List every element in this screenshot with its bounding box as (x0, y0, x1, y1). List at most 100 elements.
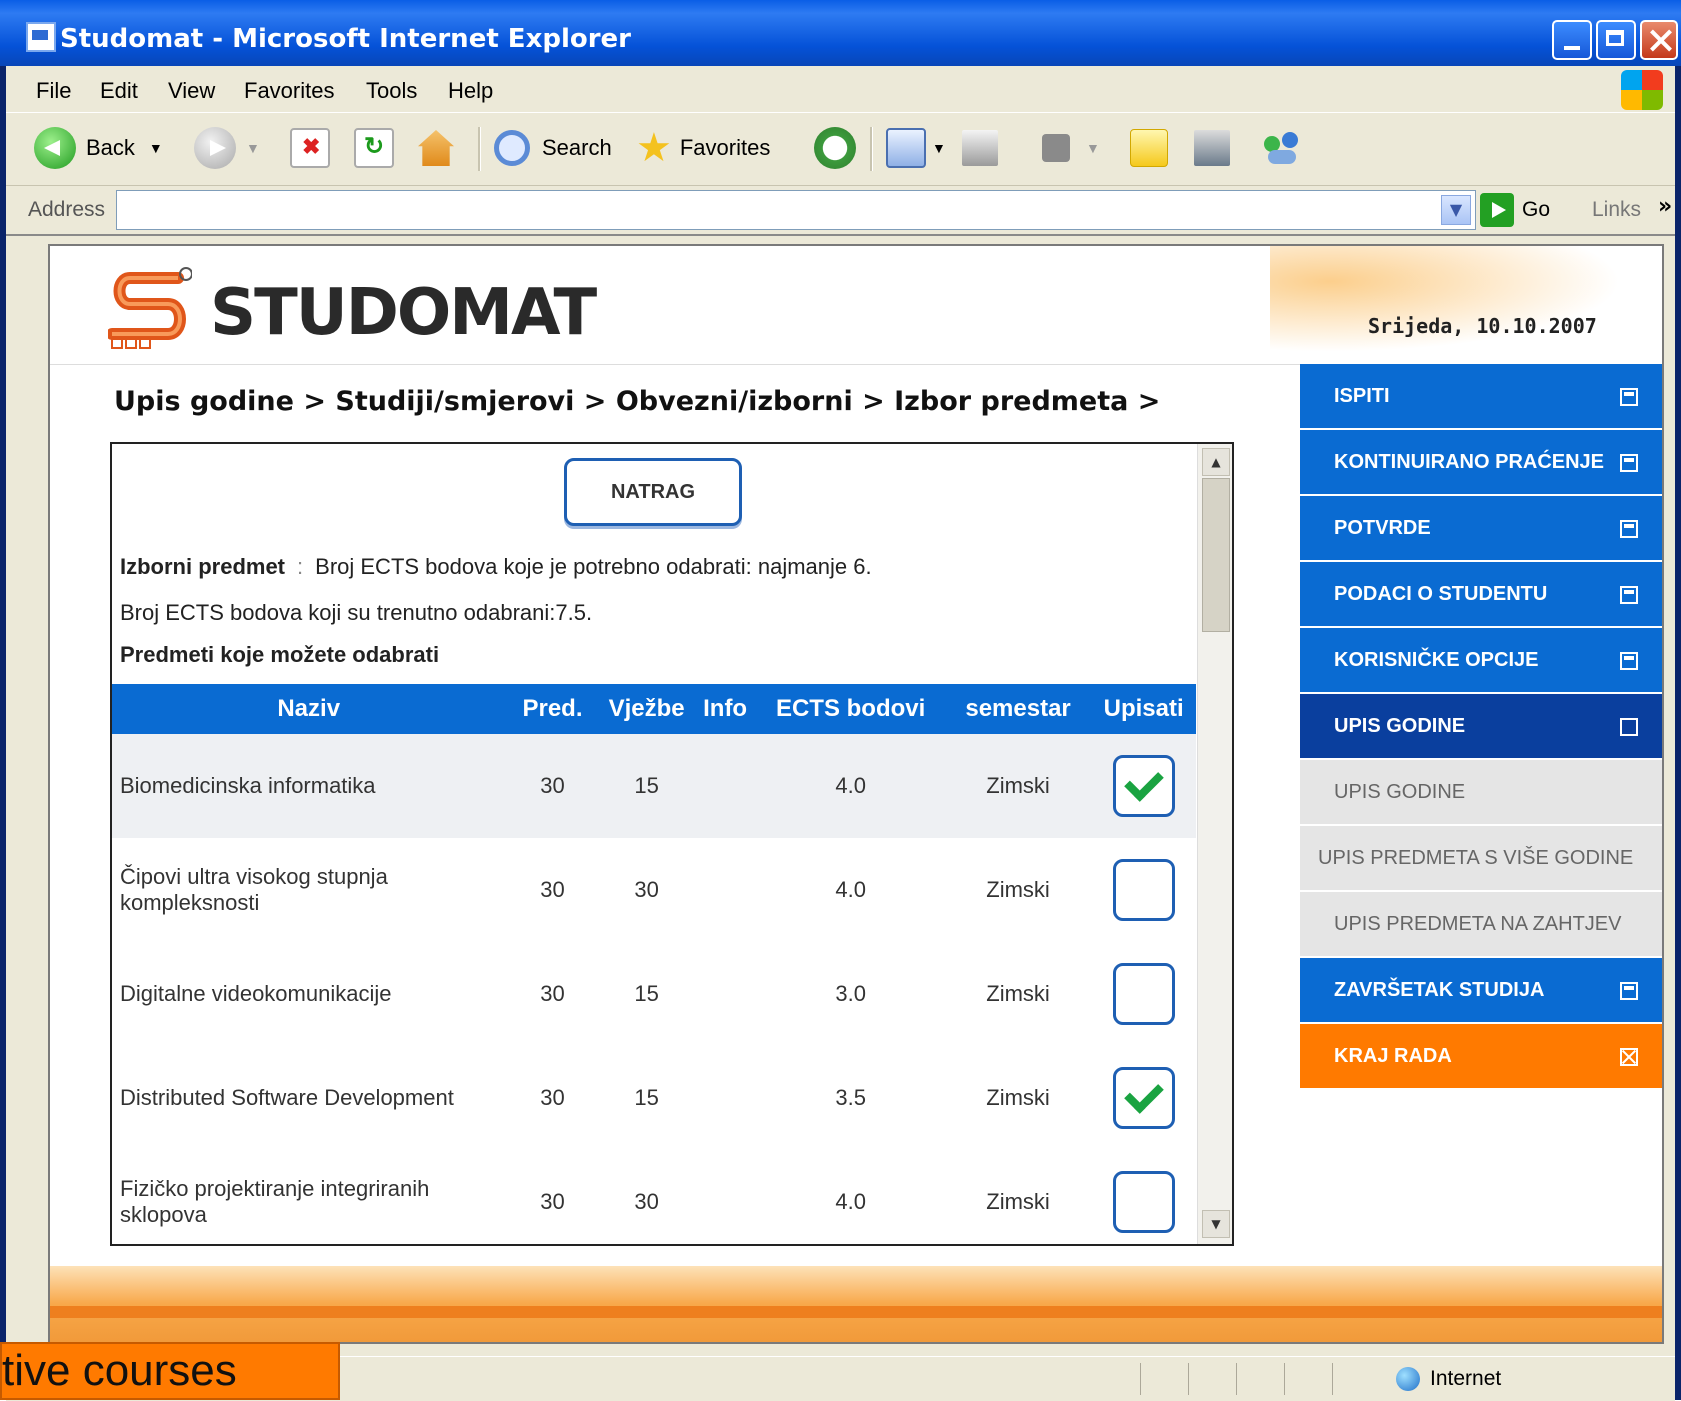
nav-label: KORISNIČKE OPCIJE (1334, 648, 1539, 671)
course-semestar: Zimski (986, 1189, 1050, 1214)
mail-dropdown-icon[interactable]: ▼ (932, 140, 946, 156)
elective-separator: : (297, 554, 304, 579)
course-vjezbe: 15 (634, 1085, 659, 1110)
enroll-checkbox[interactable] (1112, 755, 1175, 817)
address-dropdown-icon[interactable]: ▼ (1441, 195, 1471, 225)
header-decoration (1270, 246, 1662, 364)
edit-dropdown-icon[interactable]: ▼ (1086, 140, 1100, 156)
enroll-checkbox[interactable] (1112, 1067, 1175, 1129)
discuss-button[interactable] (1130, 125, 1168, 171)
links-chevron-icon[interactable]: » (1658, 194, 1672, 219)
close-button[interactable] (1640, 20, 1678, 60)
scroll-thumb[interactable] (1202, 478, 1230, 632)
menu-help[interactable]: Help (448, 78, 493, 104)
nav-kraj-rada[interactable]: KRAJ RADA (1300, 1024, 1662, 1088)
nav-sub-upis-predmeta-s-vise-godine[interactable]: UPIS PREDMETA S VIŠE GODINE (1300, 826, 1662, 890)
edit-icon (1042, 134, 1070, 162)
page-footer-bar (50, 1306, 1662, 1318)
table-row: Biomedicinska informatika 30 15 4.0 Zims… (112, 734, 1196, 838)
messenger-button[interactable] (1262, 125, 1302, 171)
caption-overlay: ctive courses (0, 1342, 340, 1400)
table-row: Fizičko projektiranje integriranih sklop… (112, 1150, 1196, 1244)
course-selection-panel: NATRAG Izborni predmet: Broj ECTS bodova … (110, 442, 1234, 1246)
address-input[interactable]: ▼ (116, 190, 1476, 230)
elective-label: Izborni predmet (120, 554, 286, 579)
history-button[interactable] (814, 125, 856, 171)
expand-icon (1620, 388, 1638, 406)
forward-button[interactable]: ▼ (194, 125, 260, 171)
back-label: Back (86, 135, 135, 160)
col-header-pred: Pred. (505, 684, 600, 734)
refresh-button[interactable]: ↻ (354, 125, 394, 171)
menu-tools[interactable]: Tools (366, 78, 417, 104)
scroll-up-arrow-icon[interactable]: ▲ (1202, 448, 1230, 476)
table-row: Digitalne videokomunikacije 30 15 3.0 Zi… (112, 942, 1196, 1046)
nav-zavrsetak-studija[interactable]: ZAVRŠETAK STUDIJA (1300, 958, 1662, 1022)
home-button[interactable] (418, 125, 454, 171)
favorites-button[interactable]: ★ Favorites (636, 125, 770, 171)
status-divider (1140, 1363, 1141, 1395)
course-semestar: Zimski (986, 981, 1050, 1006)
favorites-star-icon: ★ (636, 126, 672, 170)
address-bar: Address ▼ Go Links » (6, 186, 1675, 236)
minimize-button[interactable] (1552, 20, 1592, 60)
page-header: STUDOMAT Srijeda, 10.10.2007 (50, 246, 1662, 365)
back-natrag-button[interactable]: NATRAG (564, 458, 742, 526)
col-header-info: Info (693, 684, 757, 734)
ie-page-icon (26, 22, 56, 52)
links-button[interactable]: Links (1592, 198, 1641, 222)
security-zone-label: Internet (1430, 1367, 1502, 1390)
maximize-button[interactable] (1596, 20, 1636, 60)
course-vjezbe: 30 (634, 1189, 659, 1214)
stop-button[interactable]: ✖ (290, 125, 330, 171)
scroll-down-arrow-icon[interactable]: ▼ (1202, 1210, 1230, 1238)
status-divider (1284, 1363, 1285, 1395)
nav-label: KRAJ RADA (1334, 1044, 1452, 1067)
page-viewport: STUDOMAT Srijeda, 10.10.2007 Upis godine… (48, 244, 1664, 1344)
course-pred: 30 (505, 734, 600, 838)
course-pred: 30 (540, 1189, 565, 1214)
mail-button[interactable]: ▼ (886, 125, 946, 171)
search-button[interactable]: Search (494, 125, 612, 171)
expand-icon (1620, 454, 1638, 472)
enroll-checkbox[interactable] (1112, 1171, 1175, 1233)
breadcrumb: Upis godine > Studiji/smjerovi > Obvezni… (114, 386, 1161, 417)
print-button[interactable] (962, 125, 998, 171)
nav-sub-upis-godine[interactable]: UPIS GODINE (1300, 760, 1662, 824)
course-vjezbe: 15 (599, 734, 694, 838)
nav-ispiti[interactable]: ISPITI (1300, 364, 1662, 428)
research-button[interactable] (1194, 125, 1230, 171)
nav-podaci-o-studentu[interactable]: PODACI O STUDENTU (1300, 562, 1662, 626)
nav-upis-godine[interactable]: UPIS GODINE (1300, 694, 1662, 758)
menu-file[interactable]: File (36, 78, 71, 104)
col-header-vjezbe: Vježbe (599, 684, 694, 734)
menu-edit[interactable]: Edit (100, 78, 138, 104)
expand-icon (1620, 520, 1638, 538)
panel-scrollbar[interactable]: ▲ ▼ (1197, 444, 1232, 1244)
current-date: Srijeda, 10.10.2007 (1368, 314, 1597, 338)
table-row: Distributed Software Development 30 15 3… (112, 1046, 1196, 1150)
forward-dropdown-icon[interactable]: ▼ (246, 140, 260, 156)
edit-button[interactable]: ▼ (1042, 125, 1100, 171)
back-button[interactable]: Back ▼ (34, 125, 163, 171)
course-name: Biomedicinska informatika (112, 734, 506, 838)
enroll-checkbox[interactable] (1112, 963, 1175, 1025)
course-info (694, 1150, 757, 1244)
title-bar[interactable]: Studomat - Microsoft Internet Explorer (0, 0, 1681, 66)
nav-korisnicke-opcije[interactable]: KORISNIČKE OPCIJE (1300, 628, 1662, 692)
col-header-upisati: Upisati (1091, 684, 1196, 734)
status-divider (1236, 1363, 1237, 1395)
menu-favorites[interactable]: Favorites (244, 78, 334, 104)
nav-label: ZAVRŠETAK STUDIJA (1334, 978, 1545, 1001)
nav-kontinuirano-pracenje[interactable]: KONTINUIRANO PRAĆENJE (1300, 430, 1662, 494)
back-dropdown-icon[interactable]: ▼ (149, 140, 163, 156)
nav-potvrde[interactable]: POTVRDE (1300, 496, 1662, 560)
go-button[interactable]: Go (1480, 192, 1550, 228)
enroll-checkbox[interactable] (1112, 859, 1175, 921)
toolbar-separator (870, 127, 873, 171)
elective-requirement: Izborni predmet: Broj ECTS bodova koje je… (120, 554, 872, 580)
address-label: Address (28, 198, 106, 221)
course-pred: 30 (540, 981, 565, 1006)
nav-sub-upis-predmeta-na-zahtjev[interactable]: UPIS PREDMETA NA ZAHTJEV (1300, 892, 1662, 956)
menu-view[interactable]: View (168, 78, 215, 104)
